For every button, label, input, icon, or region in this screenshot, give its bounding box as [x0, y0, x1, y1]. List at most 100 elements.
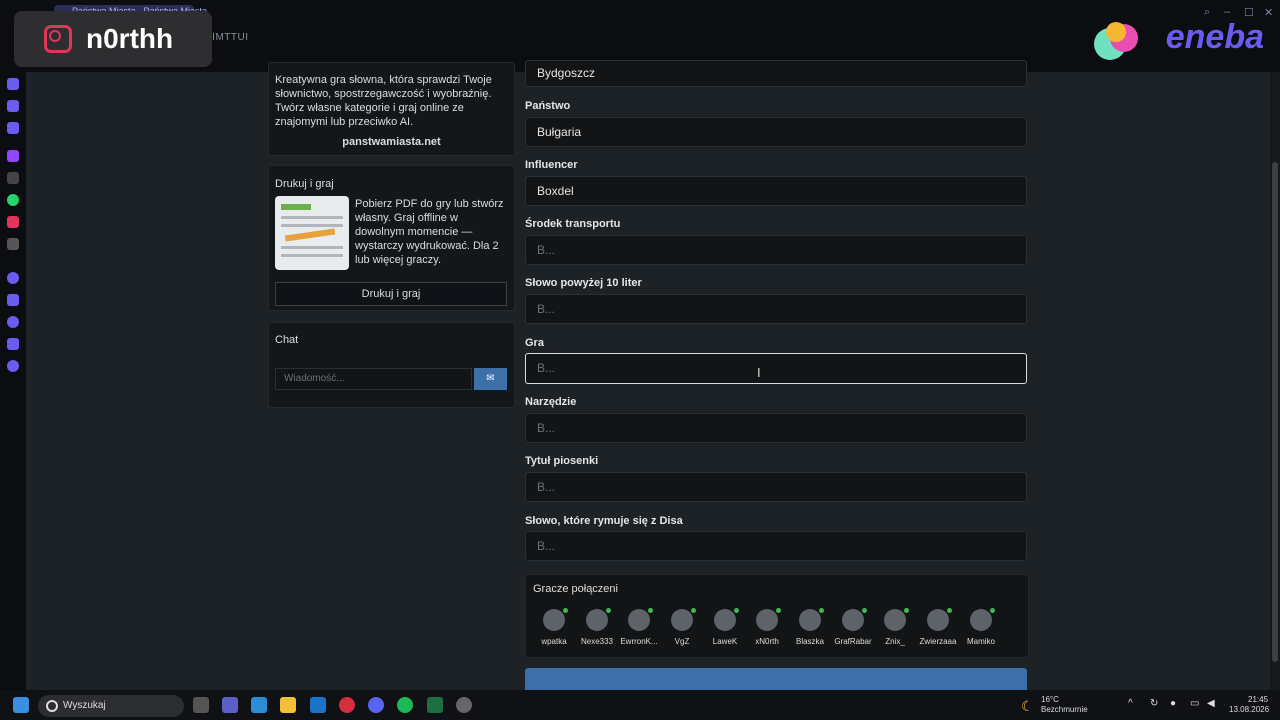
player-avatar: GrafRabar	[831, 608, 875, 646]
print-preview-image	[275, 196, 349, 270]
network-icon[interactable]: ▭	[1190, 698, 1199, 709]
connected-players-panel: Gracze połączeni wpatka Nexe333 EwrronK.…	[525, 574, 1029, 658]
app-icon[interactable]	[456, 697, 472, 713]
close-icon[interactable]: ✕	[1264, 6, 1276, 19]
user-avatar-icon	[628, 608, 653, 631]
excel-icon[interactable]	[427, 697, 443, 713]
spotify-icon[interactable]	[397, 697, 413, 713]
sidebar-app-icon[interactable]	[7, 272, 19, 284]
search-icon	[46, 700, 58, 712]
player-name: Blaszka	[795, 637, 824, 646]
player-avatar: Znix_	[873, 608, 917, 646]
store-icon[interactable]	[251, 697, 267, 713]
field-label-game: Gra	[525, 337, 544, 349]
mail-icon[interactable]	[310, 697, 326, 713]
field-song-title[interactable]: B...	[525, 472, 1027, 502]
teams-icon[interactable]	[222, 697, 238, 713]
instagram-icon[interactable]	[7, 216, 19, 228]
clock-date[interactable]: 13.08.2026	[1229, 705, 1269, 714]
weather-temp: 16°C	[1041, 695, 1059, 704]
weather-desc: Bezchmurnie	[1041, 705, 1088, 714]
user-avatar-icon	[927, 608, 952, 631]
intro-text: Kreatywna gra słowna, która sprawdzi Two…	[275, 74, 492, 128]
sidebar-app-icon[interactable]	[7, 122, 19, 134]
player-name: EwrronK...	[620, 637, 658, 646]
player-avatar: VgZ	[660, 608, 704, 646]
browser-sidebar	[0, 0, 26, 720]
minimize-icon[interactable]: –	[1224, 6, 1236, 18]
scrollbar-thumb[interactable]	[1272, 162, 1278, 662]
sidebar-app-icon[interactable]	[7, 100, 19, 112]
field-label-transport: Środek transportu	[525, 218, 621, 230]
submit-button[interactable]	[525, 668, 1027, 690]
field-transport[interactable]: B...	[525, 235, 1027, 265]
field-label-tool: Narzędzie	[525, 396, 577, 408]
sidebar-app-icon[interactable]	[7, 338, 19, 350]
task-view-icon[interactable]	[193, 697, 209, 713]
field-label-song-title: Tytuł piosenki	[525, 455, 599, 467]
overlay-username: n0rthh	[86, 23, 174, 54]
field-city[interactable]: Bydgoszcz	[525, 60, 1027, 87]
field-long-word[interactable]: B...	[525, 294, 1027, 324]
windows-taskbar: Wyszukaj ☾ 16°C Bezchmurnie ^ ↻ ● ▭ ◀ 21…	[0, 690, 1280, 720]
user-avatar-icon	[884, 608, 909, 631]
scrollbar[interactable]	[1270, 72, 1280, 690]
player-name: LaweK	[712, 637, 738, 646]
chat-bubble-icon: ✉	[486, 373, 495, 384]
sidebar-app-icon[interactable]	[7, 78, 19, 90]
player-name: Zwierzaaa	[919, 637, 957, 646]
clock-time[interactable]: 21:45	[1248, 695, 1268, 704]
chat-card: Chat Wiadomość... ✉	[268, 322, 515, 408]
field-influencer[interactable]: Boxdel	[525, 176, 1027, 206]
user-avatar-icon	[543, 608, 568, 631]
site-link[interactable]: panstwamiasta.net	[269, 136, 514, 148]
player-avatar: EwrronK...	[617, 608, 661, 646]
player-avatar: xN0rth	[745, 608, 789, 646]
taskbar-search[interactable]: Wyszukaj	[38, 695, 184, 717]
player-name: VgZ	[674, 637, 690, 646]
history-icon[interactable]	[7, 316, 19, 328]
volume-icon[interactable]: ◀	[1207, 698, 1215, 709]
windows-start-icon[interactable]	[13, 697, 29, 713]
field-label-long-word: Słowo powyżej 10 liter	[525, 277, 642, 289]
field-label-influencer: Influencer	[525, 159, 578, 171]
search-icon[interactable]: ⌕	[1204, 6, 1216, 18]
player-avatar: wpatka	[532, 608, 576, 646]
file-explorer-icon[interactable]	[280, 697, 296, 713]
field-tool[interactable]: B...	[525, 413, 1027, 443]
chat-message-input[interactable]: Wiadomość...	[275, 368, 472, 390]
moon-icon: ☾	[1021, 698, 1034, 714]
discord-icon[interactable]	[368, 697, 384, 713]
opera-gx-icon[interactable]	[339, 697, 355, 713]
field-country[interactable]: Bułgaria	[525, 117, 1027, 147]
x-icon[interactable]	[7, 238, 19, 250]
sidebar-app-icon[interactable]	[7, 172, 19, 184]
player-avatar: Mamiko	[959, 608, 1003, 646]
user-avatar-icon	[671, 608, 696, 631]
player-name: xN0rth	[755, 637, 779, 646]
user-avatar-icon	[970, 608, 995, 631]
sidebar-app-icon[interactable]	[7, 294, 19, 306]
print-card-title: Drukuj i graj	[275, 178, 334, 190]
maximize-icon[interactable]: ☐	[1244, 6, 1256, 19]
player-avatar: Blaszka	[788, 608, 832, 646]
player-name: wpatka	[541, 637, 567, 646]
chat-send-button[interactable]: ✉	[474, 368, 507, 390]
text-cursor-icon: I	[757, 365, 761, 380]
twitch-icon[interactable]	[7, 150, 19, 162]
field-game[interactable]: B...	[525, 353, 1027, 384]
microphone-icon[interactable]: ●	[1170, 698, 1176, 709]
print-and-play-button[interactable]: Drukuj i graj	[275, 282, 507, 306]
user-avatar-icon	[714, 608, 739, 631]
field-rhyme[interactable]: B...	[525, 531, 1027, 561]
field-label-rhyme: Słowo, które rymuje się z Disa	[525, 515, 683, 527]
player-avatar: Zwierzaaa	[916, 608, 960, 646]
user-avatar-icon	[842, 608, 867, 631]
user-avatar-icon	[799, 608, 824, 631]
chevron-up-icon[interactable]: ^	[1128, 698, 1133, 709]
whatsapp-icon[interactable]	[7, 194, 19, 206]
sync-icon[interactable]: ↻	[1150, 698, 1158, 709]
settings-icon[interactable]	[7, 360, 19, 372]
user-avatar-icon	[586, 608, 611, 631]
stream-overlay-badge: n0rthh	[14, 11, 212, 67]
